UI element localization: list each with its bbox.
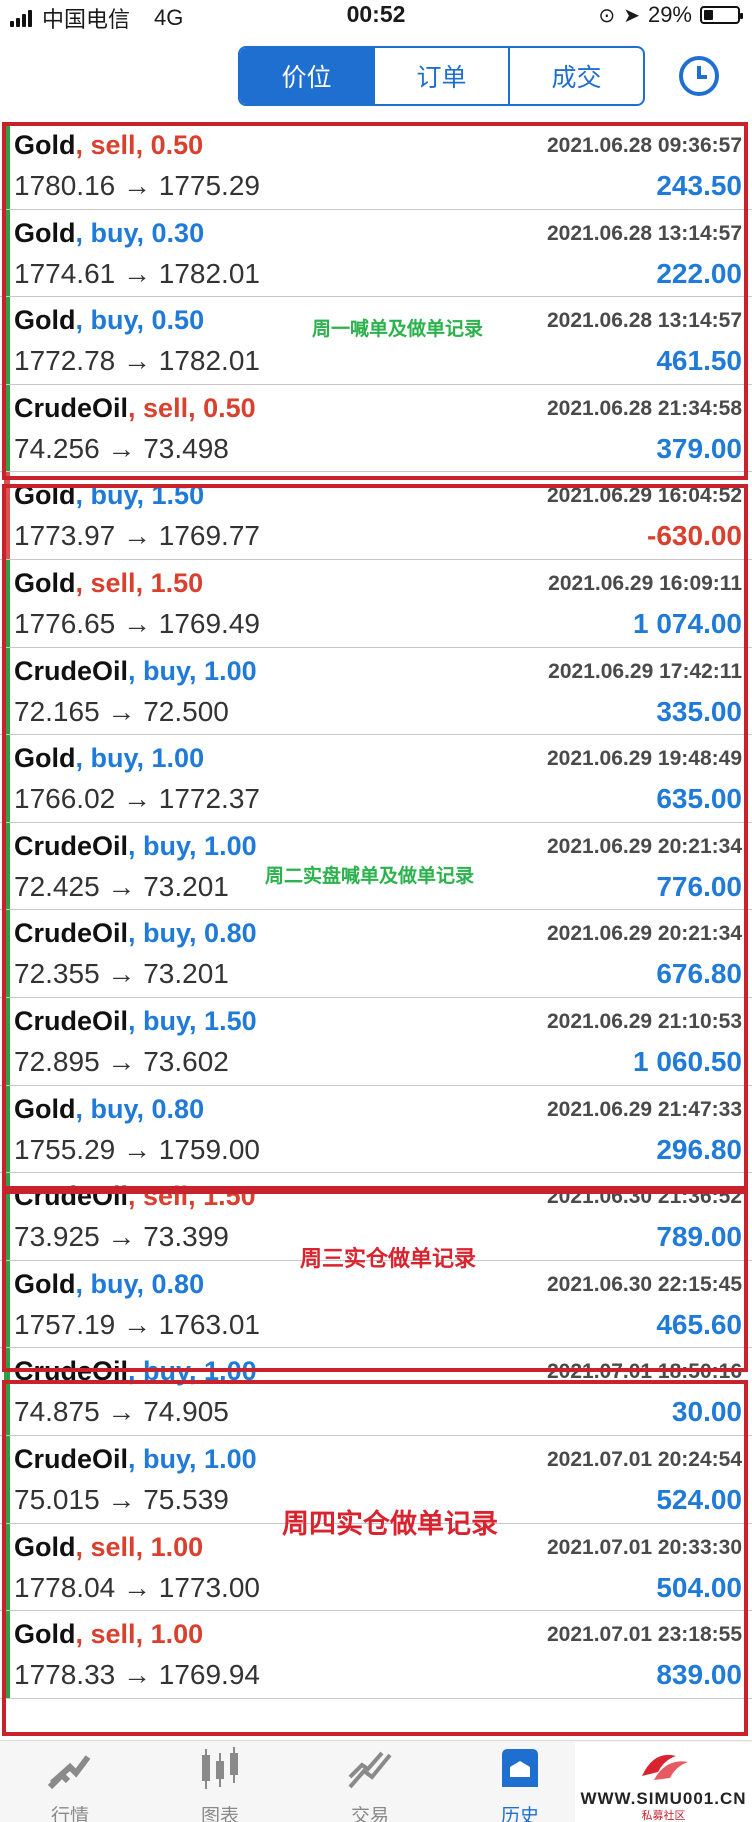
wednesday-note: 周三实仓做单记录 [300, 1246, 477, 1271]
monday-note: 周一喊单及做单记录 [312, 319, 484, 340]
tab-chart[interactable]: 图表 [165, 1747, 275, 1822]
quotes-icon [47, 1755, 91, 1790]
segmented-control: 价位 订单 成交 [238, 46, 645, 106]
thursday-note: 周四实仓做单记录 [282, 1509, 498, 1539]
tab-price[interactable]: 价位 [240, 48, 373, 104]
tab-history[interactable]: 历史 [465, 1747, 575, 1822]
tuesday-highlight-box [2, 484, 748, 1190]
location-icon: ➤ [623, 4, 640, 27]
tab-deals[interactable]: 成交 [508, 48, 643, 104]
trade-icon [348, 1751, 392, 1789]
wednesday-highlight-box [2, 1190, 748, 1372]
battery-percent: 29% [647, 2, 692, 27]
tuesday-note: 周二实盘喊单及做单记录 [265, 866, 475, 887]
history-icon [502, 1749, 538, 1787]
site-watermark: WWW.SIMU001.CN 私募社区 [575, 1742, 752, 1822]
tab-trade[interactable]: 交易 [315, 1747, 425, 1822]
monday-highlight-box [2, 122, 748, 480]
clock-icon[interactable] [679, 56, 719, 96]
tab-chart-label: 图表 [200, 1806, 239, 1822]
tab-quotes[interactable]: 行情 [15, 1747, 125, 1822]
tab-orders[interactable]: 订单 [373, 48, 508, 104]
tab-history-label: 历史 [500, 1806, 539, 1822]
battery-fill [704, 10, 713, 20]
orientation-lock-icon: ⊙ [598, 4, 616, 27]
tab-quotes-label: 行情 [50, 1806, 89, 1822]
watermark-url: WWW.SIMU001.CN [580, 1789, 747, 1808]
watermark-logo [641, 1754, 688, 1780]
battery-icon [700, 6, 743, 24]
chart-icon [202, 1747, 238, 1789]
header: 价位 订单 成交 [0, 28, 752, 118]
thursday-highlight-box [2, 1380, 748, 1736]
watermark-sub: 私募社区 [641, 1810, 686, 1822]
status-bar: 中国电信 4G 00:52 ⊙ ➤ 29% [0, 0, 752, 32]
tab-trade-label: 交易 [350, 1806, 389, 1822]
